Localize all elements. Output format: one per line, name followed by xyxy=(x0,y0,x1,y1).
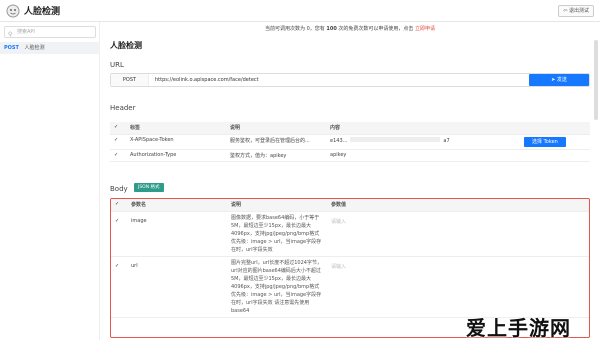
table-row: ✓ X-APISpace-Token 服务鉴权，可登录后在管理后台的... e1… xyxy=(110,134,590,149)
param-value-input[interactable]: 请输入 xyxy=(327,256,589,317)
sidebar-item-face-detect[interactable]: POST 人脸检测 xyxy=(0,42,100,54)
header-value: e143... xyxy=(330,138,347,144)
face-detect-logo-icon xyxy=(6,4,20,18)
notice-prefix: 当前可调用次数为 0，您有 xyxy=(265,26,326,32)
send-icon: ➤ xyxy=(551,77,555,83)
send-label: 发送 xyxy=(557,77,567,83)
header-table: ✓ 标签 说明 内容 ✓ X-APISpace-Token 服务鉴权，可登录后在… xyxy=(110,122,590,162)
row-checkbox[interactable]: ✓ xyxy=(110,149,126,161)
select-all-checkbox[interactable]: ✓ xyxy=(110,122,126,134)
header-value-end: a7 xyxy=(443,138,449,144)
sidebar: ⚲ 搜索API POST 人脸检测 xyxy=(0,22,100,340)
header-desc: 服务鉴权，可登录后在管理后台的... xyxy=(226,134,326,149)
row-checkbox[interactable]: ✓ xyxy=(111,211,127,256)
header-section-title: Header xyxy=(110,104,136,112)
search-placeholder: 搜索API xyxy=(17,29,35,35)
header-value-input[interactable]: apikey xyxy=(326,149,520,161)
exit-icon: ⇦ xyxy=(563,8,567,14)
body-table-head: ✓ 参数名 说明 参数值 xyxy=(111,199,589,211)
apply-now-link[interactable]: 立即申请 xyxy=(415,26,435,32)
json-format-badge[interactable]: JSON 格式 xyxy=(134,183,164,192)
col-param-name: 参数名 xyxy=(127,199,227,211)
search-icon: ⚲ xyxy=(8,29,12,40)
url-bar: POST https://eolink.o.apispace.com/face/… xyxy=(110,73,590,87)
col-param-desc: 说明 xyxy=(227,199,327,211)
col-desc: 说明 xyxy=(226,122,326,134)
url-section-title: URL xyxy=(110,61,124,69)
table-row: ✓ Authorization-Type 鉴权方式，值为：apikey apik… xyxy=(110,149,590,161)
watermark-text: 爱上手游网 xyxy=(466,312,596,340)
redacted-token xyxy=(350,137,440,142)
select-token-button[interactable]: 选择 Token xyxy=(524,137,566,147)
scrollbar[interactable] xyxy=(594,40,598,120)
header-name: X-APISpace-Token xyxy=(126,134,226,149)
notice-count: 100 xyxy=(326,26,336,32)
send-button[interactable]: ➤ 发送 xyxy=(529,74,589,86)
sidebar-item-method: POST xyxy=(4,45,19,51)
param-desc: 图像数据，要求base64编码，小于等于5M，最短边至少15px，最长边最大40… xyxy=(227,211,327,256)
exit-test-button[interactable]: ⇦ 退出测试 xyxy=(558,5,594,17)
param-name: url xyxy=(127,256,227,317)
header-desc: 鉴权方式，值为：apikey xyxy=(226,149,326,161)
param-desc: 图片完整url，url长度不超过1024字节，url对应的图片base64编码后… xyxy=(227,256,327,317)
body-section-title: Body xyxy=(110,185,128,193)
param-value-input[interactable]: 请输入 xyxy=(327,211,589,256)
sidebar-item-label: 人脸检测 xyxy=(25,45,45,51)
table-row: ✓ url 图片完整url，url长度不超过1024字节，url对应的图片bas… xyxy=(111,256,589,317)
param-name: image xyxy=(127,211,227,256)
header-value-input[interactable]: e143... a7 xyxy=(326,134,520,149)
method-select[interactable]: POST xyxy=(111,74,149,86)
top-bar: 人脸检测 ⇦ 退出测试 xyxy=(0,0,600,22)
exit-label: 退出测试 xyxy=(569,8,589,14)
select-all-checkbox[interactable]: ✓ xyxy=(111,199,127,211)
row-checkbox[interactable]: ✓ xyxy=(111,256,127,317)
page-title: 人脸检测 xyxy=(110,40,142,51)
header-name: Authorization-Type xyxy=(126,149,226,161)
app-title: 人脸检测 xyxy=(24,4,60,17)
usage-notice: 当前可调用次数为 0，您有 100 次的免费次数可以申请使用，点击 立即申请 xyxy=(100,22,600,36)
url-input[interactable]: https://eolink.o.apispace.com/face/detec… xyxy=(155,74,259,86)
notice-suffix: 次的免费次数可以申请使用，点击 xyxy=(337,26,415,32)
search-input[interactable]: ⚲ 搜索API xyxy=(4,26,96,38)
col-param-value: 参数值 xyxy=(327,199,589,211)
col-label: 标签 xyxy=(126,122,226,134)
header-table-head: ✓ 标签 说明 内容 xyxy=(110,122,590,134)
row-checkbox[interactable]: ✓ xyxy=(110,134,126,149)
table-row: ✓ image 图像数据，要求base64编码，小于等于5M，最短边至少15px… xyxy=(111,211,589,256)
col-content: 内容 xyxy=(326,122,520,134)
